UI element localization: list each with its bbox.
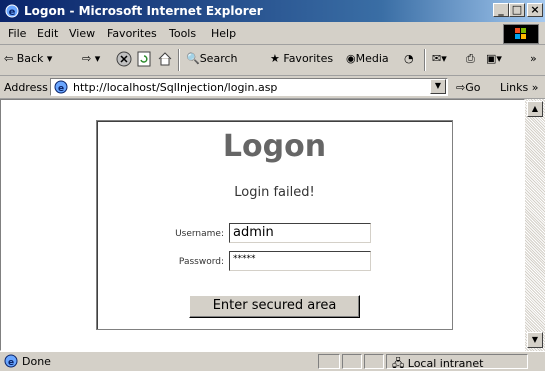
username-label: Username: bbox=[175, 229, 224, 239]
status-pane bbox=[364, 354, 384, 369]
toolbar-separator bbox=[178, 49, 180, 71]
login-status-message: Login failed! bbox=[234, 185, 315, 200]
logon-panel: Logon Login failed! Username: admin Pass… bbox=[96, 120, 453, 330]
status-pane bbox=[342, 354, 362, 369]
media-icon: ◉ bbox=[346, 52, 356, 65]
forward-arrow-icon: ⇨ bbox=[82, 52, 92, 65]
media-label: Media bbox=[355, 52, 389, 65]
scroll-up-button[interactable]: ▲ bbox=[527, 101, 543, 117]
address-field[interactable]: e http://localhost/SqlInjection/login.as… bbox=[50, 78, 448, 96]
search-button[interactable]: 🔍Search bbox=[186, 52, 238, 65]
search-icon: 🔍 bbox=[186, 52, 200, 65]
windows-logo-icon bbox=[503, 24, 539, 44]
close-button[interactable]: × bbox=[527, 3, 543, 17]
standard-toolbar: ⇦ Back ▾ ⇨ ▾ 🔍Search ★ Favorites ◉Media … bbox=[0, 45, 545, 76]
status-bar: e Done 🖧 Local intranet bbox=[0, 351, 545, 371]
page-icon: e bbox=[54, 80, 68, 94]
favorites-button[interactable]: ★ Favorites bbox=[270, 52, 333, 65]
status-text: Done bbox=[22, 355, 51, 368]
page-done-icon: e bbox=[4, 354, 18, 368]
favorites-icon: ★ bbox=[270, 52, 280, 65]
refresh-icon[interactable] bbox=[136, 51, 152, 67]
menu-favorites[interactable]: Favorites bbox=[107, 27, 157, 40]
address-label: Address bbox=[4, 81, 48, 94]
history-icon[interactable]: ◔ bbox=[404, 52, 414, 65]
address-url: http://localhost/SqlInjection/login.asp bbox=[73, 81, 278, 94]
mail-icon[interactable]: ✉▾ bbox=[432, 52, 447, 65]
minimize-button[interactable]: _ bbox=[493, 3, 509, 17]
svg-text:e: e bbox=[58, 84, 64, 94]
media-button[interactable]: ◉Media bbox=[346, 52, 389, 65]
links-label: Links bbox=[500, 81, 529, 94]
links-button[interactable]: Links » bbox=[500, 81, 539, 94]
forward-button[interactable]: ⇨ ▾ bbox=[82, 52, 100, 65]
search-label: Search bbox=[199, 52, 238, 65]
local-intranet-icon: 🖧 bbox=[392, 357, 405, 370]
menu-bar: File Edit View Favorites Tools Help bbox=[0, 22, 545, 45]
address-bar: Address e http://localhost/SqlInjection/… bbox=[0, 76, 545, 99]
menu-view[interactable]: View bbox=[69, 27, 95, 40]
edit-icon[interactable]: ▣▾ bbox=[486, 52, 502, 65]
vertical-scrollbar[interactable]: ▲ ▼ bbox=[525, 99, 545, 351]
status-pane bbox=[318, 354, 340, 369]
back-button[interactable]: ⇦ Back ▾ bbox=[4, 52, 52, 65]
title-bar: e Logon - Microsoft Internet Explorer _ … bbox=[0, 0, 545, 22]
svg-text:e: e bbox=[9, 7, 16, 18]
menu-file[interactable]: File bbox=[8, 27, 26, 40]
print-icon[interactable]: ⎙ bbox=[466, 52, 475, 66]
favorites-label: Favorites bbox=[283, 52, 334, 65]
stop-icon[interactable] bbox=[116, 51, 132, 67]
submit-button[interactable]: Enter secured area bbox=[189, 295, 360, 318]
go-label: Go bbox=[465, 81, 481, 94]
status-zone: 🖧 Local intranet bbox=[392, 355, 483, 374]
maximize-button[interactable]: □ bbox=[509, 3, 525, 17]
menu-tools[interactable]: Tools bbox=[169, 27, 196, 40]
toolbar-chevron-icon[interactable]: » bbox=[530, 52, 537, 65]
page-content: Logon Login failed! Username: admin Pass… bbox=[0, 99, 525, 351]
username-field[interactable]: admin bbox=[229, 223, 371, 243]
address-dropdown-button[interactable]: ▼ bbox=[430, 79, 446, 94]
page-title: Logon bbox=[222, 129, 327, 164]
password-field[interactable]: ***** bbox=[229, 251, 371, 271]
go-arrow-icon: ⇨ bbox=[456, 81, 466, 94]
back-label: Back bbox=[16, 52, 44, 65]
browser-window: e Logon - Microsoft Internet Explorer _ … bbox=[0, 0, 545, 371]
ie-icon: e bbox=[5, 4, 19, 18]
svg-text:e: e bbox=[8, 358, 14, 368]
scroll-down-button[interactable]: ▼ bbox=[527, 332, 543, 348]
menu-edit[interactable]: Edit bbox=[37, 27, 58, 40]
back-arrow-icon: ⇦ bbox=[4, 52, 14, 65]
password-label: Password: bbox=[178, 257, 224, 267]
go-button[interactable]: ⇨Go bbox=[456, 81, 480, 94]
menu-help[interactable]: Help bbox=[211, 27, 236, 40]
window-title: Logon - Microsoft Internet Explorer bbox=[24, 4, 263, 18]
zone-label: Local intranet bbox=[407, 357, 484, 370]
home-icon[interactable] bbox=[157, 51, 173, 67]
toolbar-separator bbox=[424, 49, 426, 71]
